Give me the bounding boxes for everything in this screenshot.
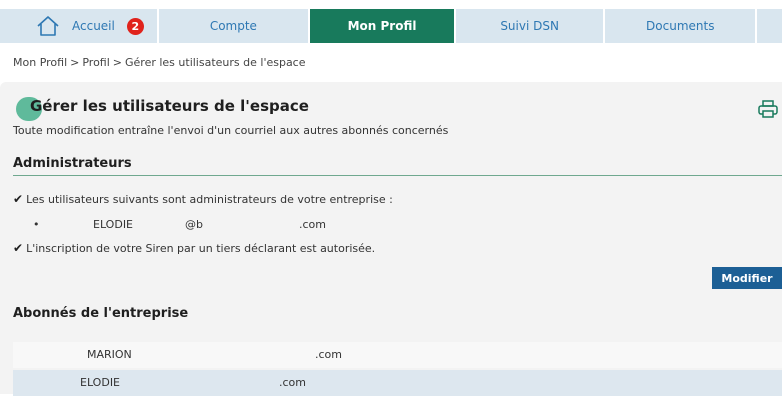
modify-button[interactable]: Modifier <box>712 267 782 289</box>
home-icon <box>36 15 60 37</box>
admin-user-email-at: @b <box>185 218 203 231</box>
subscriber-name: ELODIE <box>80 376 121 389</box>
subscriber-row[interactable]: MARION .com <box>13 342 782 368</box>
admins-intro-text: Les utilisateurs suivants sont administr… <box>26 192 393 206</box>
breadcrumb: Mon Profil > Profil > Gérer les utilisateurs… <box>13 56 306 69</box>
tab-mon-profil-label: Mon Profil <box>347 19 417 33</box>
tab-suivi-dsn[interactable]: Suivi DSN <box>455 9 604 43</box>
subscriber-email: .com <box>279 376 306 389</box>
admin-user-email-domain: .com <box>299 218 326 231</box>
bullet: • <box>33 218 40 231</box>
tab-compte-label: Compte <box>209 19 257 33</box>
breadcrumb-item-current: Gérer les utilisateurs de l'espace <box>125 56 306 69</box>
admin-user-item: • ELODIE @b .com <box>33 218 353 233</box>
siren-note: ✔ L'inscription de votre Siren par un ti… <box>13 241 375 255</box>
breadcrumb-item-profil[interactable]: Profil <box>82 56 109 69</box>
checkmark-icon: ✔ <box>13 192 24 206</box>
checkmark-icon: ✔ <box>13 241 24 255</box>
subscribers-section-title: Abonnés de l'entreprise <box>13 306 189 321</box>
tab-accueil-label: Accueil <box>72 19 115 33</box>
tab-overflow[interactable] <box>757 9 782 43</box>
tab-documents-label: Documents <box>646 19 715 33</box>
subscriber-email: .com <box>315 348 342 361</box>
tab-accueil[interactable]: Accueil 2 <box>0 9 157 43</box>
breadcrumb-separator: > <box>70 56 80 69</box>
tab-compte[interactable]: Compte <box>158 9 309 43</box>
subscriber-row[interactable]: ELODIE .com <box>13 370 782 396</box>
breadcrumb-item-mon-profil[interactable]: Mon Profil <box>13 56 67 69</box>
subscriber-name: MARION <box>87 348 132 361</box>
admins-section-title: Administrateurs <box>13 156 132 171</box>
breadcrumb-separator: > <box>112 56 122 69</box>
admin-user-name: ELODIE <box>93 218 134 231</box>
section-divider <box>13 175 782 176</box>
tab-mon-profil[interactable]: Mon Profil <box>310 9 454 43</box>
tab-suivi-dsn-label: Suivi DSN <box>500 19 559 33</box>
page-subtitle: Toute modification entraîne l'envoi d'un… <box>13 124 449 137</box>
main-nav: Accueil 2 Compte Mon Profil Suivi DSN Do… <box>0 9 782 43</box>
siren-note-text: L'inscription de votre Siren par un tier… <box>26 241 376 255</box>
tab-documents[interactable]: Documents <box>605 9 756 43</box>
admins-intro: ✔ Les utilisateurs suivants sont adminis… <box>13 192 393 206</box>
notification-badge: 2 <box>126 17 144 35</box>
printer-icon[interactable] <box>758 100 778 118</box>
page-title: Gérer les utilisateurs de l'espace <box>30 97 309 115</box>
